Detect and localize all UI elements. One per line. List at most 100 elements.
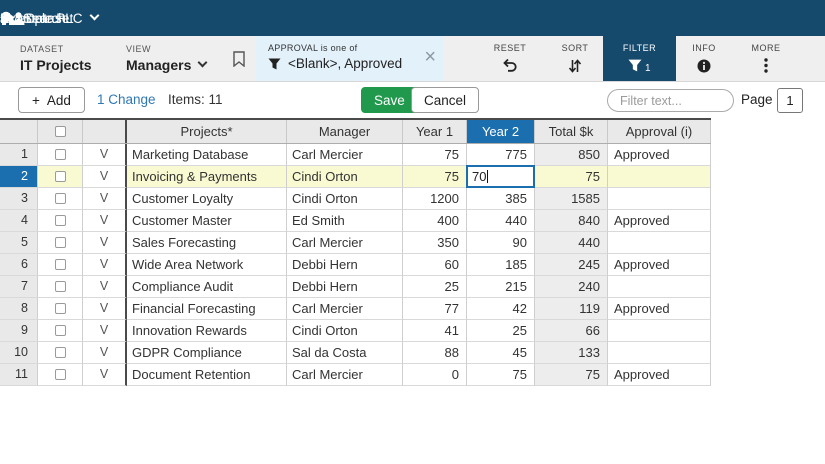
sort-button[interactable]: SORT bbox=[547, 36, 603, 81]
row-view-link[interactable]: V bbox=[83, 342, 127, 364]
cell-total[interactable]: 119 bbox=[535, 298, 608, 320]
cell-manager[interactable]: Sal da Costa bbox=[287, 342, 403, 364]
row-number[interactable]: 4 bbox=[0, 210, 38, 232]
column-header-manager[interactable]: Manager bbox=[287, 120, 403, 143]
column-header-total[interactable]: Total $k bbox=[535, 120, 608, 143]
row-view-link[interactable]: V bbox=[83, 232, 127, 254]
row-checkbox[interactable] bbox=[55, 281, 66, 292]
reset-button[interactable]: RESET bbox=[482, 36, 538, 81]
column-header-num[interactable] bbox=[0, 120, 38, 143]
cell-year2[interactable]: 45 bbox=[467, 342, 535, 364]
cell-project[interactable]: Wide Area Network bbox=[127, 254, 287, 276]
cell-project[interactable]: Marketing Database bbox=[127, 144, 287, 166]
cell-year2[interactable]: 75 bbox=[467, 364, 535, 386]
row-view-link[interactable]: V bbox=[83, 254, 127, 276]
row-number[interactable]: 6 bbox=[0, 254, 38, 276]
cell-total[interactable]: 245 bbox=[535, 254, 608, 276]
row-view-link[interactable]: V bbox=[83, 210, 127, 232]
cell-year1[interactable]: 1200 bbox=[403, 188, 467, 210]
page-number-input[interactable] bbox=[777, 88, 803, 113]
cell-year1[interactable]: 350 bbox=[403, 232, 467, 254]
cell-total[interactable]: 133 bbox=[535, 342, 608, 364]
row-checkbox[interactable] bbox=[55, 193, 66, 204]
filter-button[interactable]: FILTER 1 bbox=[603, 36, 676, 81]
cell-approval[interactable]: Approved bbox=[608, 254, 711, 276]
cell-year1[interactable]: 60 bbox=[403, 254, 467, 276]
cell-project[interactable]: GDPR Compliance bbox=[127, 342, 287, 364]
cell-manager[interactable]: Carl Mercier bbox=[287, 364, 403, 386]
row-number[interactable]: 7 bbox=[0, 276, 38, 298]
cell-approval[interactable]: Approved bbox=[608, 364, 711, 386]
row-number[interactable]: 9 bbox=[0, 320, 38, 342]
row-checkbox[interactable] bbox=[55, 215, 66, 226]
cancel-button[interactable]: Cancel bbox=[411, 87, 479, 113]
cell-year1[interactable]: 88 bbox=[403, 342, 467, 364]
cell-total[interactable]: 850 bbox=[535, 144, 608, 166]
cell-project[interactable]: Financial Forecasting bbox=[127, 298, 287, 320]
cell-year1[interactable]: 400 bbox=[403, 210, 467, 232]
cell-project[interactable]: Document Retention bbox=[127, 364, 287, 386]
column-header-projects[interactable]: Projects* bbox=[127, 120, 287, 143]
cell-year1[interactable]: 41 bbox=[403, 320, 467, 342]
cell-edit-input[interactable]: 70 bbox=[466, 165, 535, 188]
view-selector[interactable]: VIEW Managers bbox=[126, 44, 206, 73]
cell-year2[interactable]: 440 bbox=[467, 210, 535, 232]
cell-manager[interactable]: Carl Mercier bbox=[287, 144, 403, 166]
row-checkbox[interactable] bbox=[55, 237, 66, 248]
row-checkbox[interactable] bbox=[55, 347, 66, 358]
cell-approval[interactable] bbox=[608, 188, 711, 210]
row-checkbox-cell[interactable] bbox=[38, 210, 83, 232]
cell-manager[interactable]: Ed Smith bbox=[287, 210, 403, 232]
cell-approval[interactable] bbox=[608, 232, 711, 254]
cell-project[interactable]: Customer Loyalty bbox=[127, 188, 287, 210]
row-checkbox[interactable] bbox=[55, 369, 66, 380]
row-number[interactable]: 10 bbox=[0, 342, 38, 364]
cell-year2[interactable]: 90 bbox=[467, 232, 535, 254]
changes-link[interactable]: 1 Change bbox=[97, 82, 156, 118]
cell-manager[interactable]: Debbi Hern bbox=[287, 254, 403, 276]
close-icon[interactable]: × bbox=[424, 47, 436, 67]
row-checkbox-cell[interactable] bbox=[38, 144, 83, 166]
cell-approval[interactable] bbox=[608, 276, 711, 298]
row-view-link[interactable]: V bbox=[83, 320, 127, 342]
cell-manager[interactable]: Carl Mercier bbox=[287, 232, 403, 254]
row-number[interactable]: 5 bbox=[0, 232, 38, 254]
user-menu[interactable]: J bbox=[0, 0, 25, 36]
cell-year2[interactable]: 185 bbox=[467, 254, 535, 276]
row-number[interactable]: 11 bbox=[0, 364, 38, 386]
row-view-link[interactable]: V bbox=[83, 276, 127, 298]
filter-text-input[interactable] bbox=[607, 89, 734, 112]
row-number[interactable]: 2 bbox=[0, 166, 38, 188]
more-button[interactable]: MORE bbox=[741, 36, 791, 81]
row-view-link[interactable]: V bbox=[83, 364, 127, 386]
cell-total[interactable]: 840 bbox=[535, 210, 608, 232]
cell-year2[interactable]: 385 bbox=[467, 188, 535, 210]
cell-year1[interactable]: 25 bbox=[403, 276, 467, 298]
cell-year2[interactable]: 215 bbox=[467, 276, 535, 298]
cell-approval[interactable] bbox=[608, 166, 711, 188]
cell-project[interactable]: Sales Forecasting bbox=[127, 232, 287, 254]
add-button[interactable]: + Add bbox=[18, 87, 85, 113]
info-button[interactable]: INFO bbox=[676, 36, 732, 81]
row-checkbox-cell[interactable] bbox=[38, 298, 83, 320]
row-checkbox[interactable] bbox=[55, 303, 66, 314]
cell-year2[interactable]: 42 bbox=[467, 298, 535, 320]
cell-manager[interactable]: Debbi Hern bbox=[287, 276, 403, 298]
cell-approval[interactable]: Approved bbox=[608, 144, 711, 166]
row-checkbox-cell[interactable] bbox=[38, 276, 83, 298]
cell-year1[interactable]: 75 bbox=[403, 166, 467, 188]
column-header-check[interactable] bbox=[38, 120, 83, 143]
cell-project[interactable]: Innovation Rewards bbox=[127, 320, 287, 342]
cell-total[interactable]: 75 bbox=[535, 364, 608, 386]
row-number[interactable]: 1 bbox=[0, 144, 38, 166]
cell-manager[interactable]: Cindi Orton bbox=[287, 188, 403, 210]
row-number[interactable]: 3 bbox=[0, 188, 38, 210]
row-checkbox-cell[interactable] bbox=[38, 188, 83, 210]
cell-total[interactable]: 66 bbox=[535, 320, 608, 342]
cell-manager[interactable]: Cindi Orton bbox=[287, 166, 403, 188]
cell-year1[interactable]: 0 bbox=[403, 364, 467, 386]
row-checkbox-cell[interactable] bbox=[38, 342, 83, 364]
row-checkbox-cell[interactable] bbox=[38, 166, 83, 188]
cell-year1[interactable]: 77 bbox=[403, 298, 467, 320]
row-checkbox-cell[interactable] bbox=[38, 364, 83, 386]
